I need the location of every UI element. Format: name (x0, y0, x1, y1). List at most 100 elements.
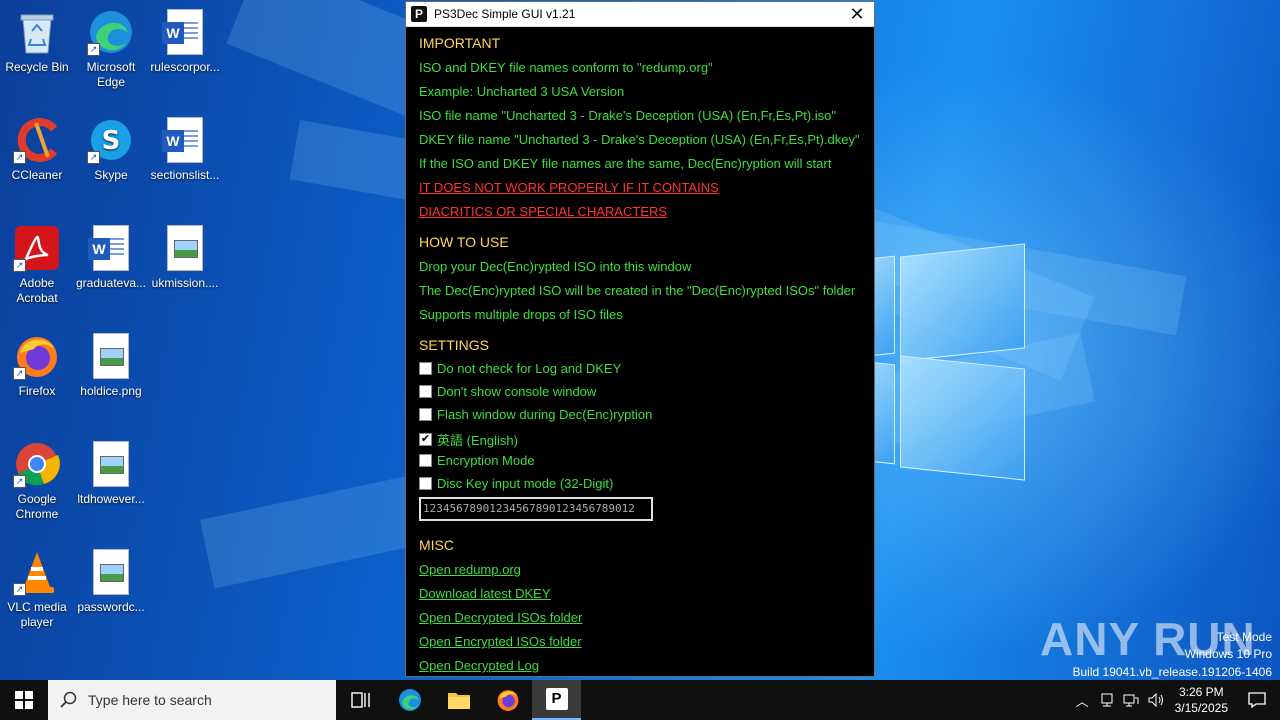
image-file-icon (87, 440, 135, 488)
link-download-dkey[interactable]: Download latest DKEY (419, 586, 551, 601)
desktop-icon-ltdhowever[interactable]: ltdhowever... (74, 440, 148, 507)
recycle-bin-icon (13, 8, 61, 56)
network-icon[interactable] (1123, 692, 1139, 708)
word-document-icon: W (87, 224, 135, 272)
chrome-icon: ↗ (13, 440, 61, 488)
important-heading: IMPORTANT (419, 35, 501, 51)
volume-icon[interactable] (1147, 692, 1165, 708)
windows-logo-graphic (850, 240, 1030, 481)
setting-encryption-mode[interactable]: Encryption Mode (419, 453, 535, 468)
desktop-icon-recycle-bin[interactable]: Recycle Bin (0, 8, 74, 75)
taskbar-ps3dec-button[interactable]: P (532, 680, 581, 720)
image-file-icon (161, 224, 209, 272)
checkbox[interactable] (419, 454, 432, 467)
disc-key-input[interactable]: 12345678901234567890123456789012 (419, 497, 653, 521)
desktop-icon-ukmission[interactable]: ukmission.... (148, 224, 222, 291)
setting-hide-console[interactable]: Don't show console window (419, 384, 596, 399)
icon-label: rulescorpor... (150, 60, 220, 74)
desktop-icon-passwordc[interactable]: passwordc... (74, 548, 148, 615)
checkbox-label: Flash window during Dec(Enc)ryption (437, 407, 653, 422)
icon-label: CCleaner (11, 168, 63, 182)
important-line: DKEY file name "Uncharted 3 - Drake's De… (419, 132, 860, 147)
important-line: ISO and DKEY file names conform to "redu… (419, 60, 713, 75)
icon-label: Google Chrome (15, 492, 59, 521)
link-open-encrypted-isos[interactable]: Open Encrypted ISOs folder (419, 634, 582, 649)
link-open-decrypted-isos[interactable]: Open Decrypted ISOs folder (419, 610, 582, 625)
checkbox[interactable] (419, 408, 432, 421)
taskbar-explorer-button[interactable] (434, 680, 483, 720)
close-button[interactable]: ✕ (840, 2, 874, 27)
checkbox[interactable] (419, 362, 432, 375)
chevron-up-icon[interactable]: ︿ (1076, 691, 1089, 710)
icon-label: Microsoft Edge (86, 60, 136, 89)
desktop-icon-ccleaner[interactable]: ↗ CCleaner (0, 116, 74, 183)
network-drive-icon[interactable] (1099, 692, 1115, 708)
shortcut-arrow-icon: ↗ (87, 151, 100, 164)
checkbox-label: 英語 (English) (437, 433, 518, 448)
shortcut-arrow-icon: ↗ (13, 583, 26, 596)
taskbar-edge-button[interactable] (385, 680, 434, 720)
clock-time: 3:26 PM (1178, 685, 1224, 699)
link-open-decrypted-log[interactable]: Open Decrypted Log (419, 658, 539, 673)
checkbox-label: Encryption Mode (437, 453, 535, 468)
icon-label: Recycle Bin (5, 60, 69, 74)
windows-start-icon (15, 691, 33, 709)
desktop-icon-firefox[interactable]: ↗ Firefox (0, 332, 74, 399)
word-document-icon: W (161, 116, 209, 164)
shortcut-arrow-icon: ↗ (13, 475, 26, 488)
icon-label: VLC media player (7, 600, 67, 629)
misc-heading: MISC (419, 537, 454, 553)
settings-heading: SETTINGS (419, 337, 490, 353)
ccleaner-icon: ↗ (13, 116, 61, 164)
ps3dec-window[interactable]: P PS3Dec Simple GUI v1.21 ✕ IMPORTANT IS… (405, 1, 875, 677)
image-file-icon (87, 332, 135, 380)
setting-no-check-log-dkey[interactable]: Do not check for Log and DKEY (419, 361, 621, 376)
important-line: Example: Uncharted 3 USA Version (419, 84, 625, 99)
desktop-icon-holdice[interactable]: holdice.png (74, 332, 148, 399)
important-line: ISO file name "Uncharted 3 - Drake's Dec… (419, 108, 837, 123)
edge-icon: ↗ (87, 8, 135, 56)
checkbox[interactable] (419, 385, 432, 398)
setting-language-english[interactable]: ✔ 英語 (English) (419, 430, 518, 449)
checkbox[interactable] (419, 477, 432, 490)
desktop-icon-google-chrome[interactable]: ↗ Google Chrome (0, 440, 74, 522)
desktop-icon-rulescorpor[interactable]: W rulescorpor... (148, 8, 222, 75)
desktop-icon-adobe-acrobat[interactable]: ↗ Adobe Acrobat (0, 224, 74, 306)
word-document-icon: W (161, 8, 209, 56)
start-button[interactable] (0, 680, 48, 720)
search-icon (60, 691, 77, 708)
icon-label: passwordc... (77, 600, 145, 614)
task-view-button[interactable] (336, 680, 385, 720)
taskbar-clock[interactable]: 3:26 PM 3/15/2025 (1175, 684, 1228, 716)
clock-date: 3/15/2025 (1174, 701, 1228, 715)
task-view-icon (350, 692, 370, 708)
setting-disc-key-input-mode[interactable]: Disc Key input mode (32-Digit) (419, 476, 613, 491)
desktop-icon-graduateva[interactable]: W graduateva... (74, 224, 148, 291)
taskbar-search-box[interactable]: Type here to search (48, 680, 336, 720)
how-to-use-heading: HOW TO USE (419, 234, 509, 250)
desktop-icon-edge[interactable]: ↗ Microsoft Edge (74, 8, 148, 90)
link-open-redump[interactable]: Open redump.org (419, 562, 521, 577)
system-tray: ︿ 3:26 PM 3/15/2025 (1076, 680, 1280, 720)
shortcut-arrow-icon: ↗ (13, 259, 26, 272)
skype-icon: S ↗ (87, 116, 135, 164)
svg-text:S: S (102, 126, 121, 156)
desktop-icon-sectionslist[interactable]: W sectionslist... (148, 116, 222, 183)
icon-label: Firefox (18, 384, 56, 398)
desktop-icon-vlc[interactable]: ↗ VLC media player (0, 548, 74, 630)
taskbar-firefox-button[interactable] (483, 680, 532, 720)
window-titlebar[interactable]: P PS3Dec Simple GUI v1.21 ✕ (406, 2, 874, 27)
checkbox-label: Disc Key input mode (32-Digit) (437, 476, 614, 491)
search-placeholder: Type here to search (88, 692, 212, 708)
how-to-line: Drop your Dec(Enc)rypted ISO into this w… (419, 259, 692, 274)
warning-line: IT DOES NOT WORK PROPERLY IF IT CONTAINS (419, 180, 719, 195)
how-to-line: Supports multiple drops of ISO files (419, 307, 623, 322)
notification-icon[interactable] (1248, 691, 1266, 709)
checkbox-checked[interactable]: ✔ (419, 433, 432, 446)
warning-line: DIACRITICS OR SPECIAL CHARACTERS (419, 204, 668, 219)
icon-label: ukmission.... (151, 276, 219, 290)
vlc-icon: ↗ (13, 548, 61, 596)
desktop-icon-skype[interactable]: S ↗ Skype (74, 116, 148, 183)
icon-label: Adobe Acrobat (16, 276, 58, 305)
setting-flash-window[interactable]: Flash window during Dec(Enc)ryption (419, 407, 652, 422)
